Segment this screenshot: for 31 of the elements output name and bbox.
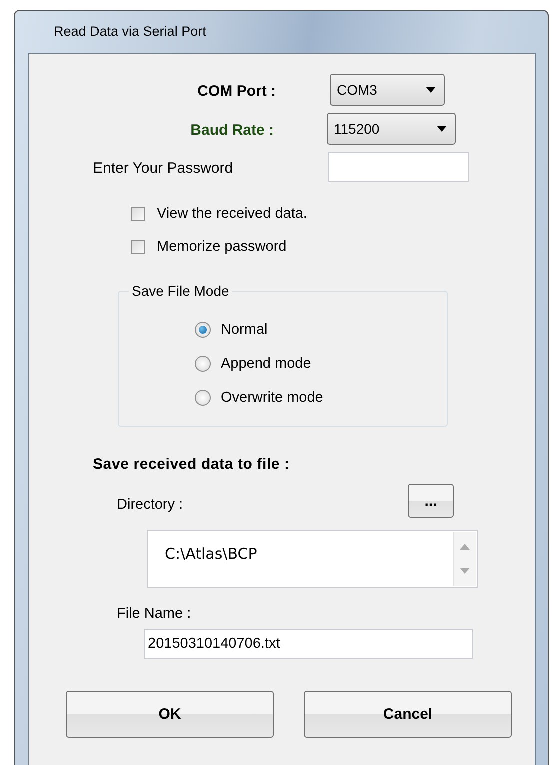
checkbox-label: Memorize password (157, 239, 287, 255)
radio-label: Normal (221, 322, 268, 338)
scrollbar[interactable] (453, 532, 476, 586)
scroll-up-icon[interactable] (460, 544, 470, 550)
caret-icon (426, 87, 436, 93)
checkbox-label: View the received data. (157, 206, 308, 222)
directory-field[interactable]: C:\Atlas\BCP (147, 530, 478, 588)
ok-button[interactable]: OK (66, 691, 274, 738)
checkbox[interactable] (131, 207, 145, 221)
com-port-label: COM Port : (198, 83, 276, 100)
password-label: Enter Your Password (93, 160, 234, 177)
baud-rate-label: Baud Rate : (190, 122, 274, 139)
cancel-button[interactable]: Cancel (304, 691, 512, 738)
baud-rate-dropdown[interactable]: 115200 (327, 113, 456, 145)
radio-button[interactable] (195, 322, 211, 338)
caret-icon (437, 126, 447, 132)
radio-button[interactable] (195, 356, 211, 372)
file-name-field[interactable]: 20150310140706.txt (144, 629, 473, 659)
radio-button[interactable] (195, 390, 211, 406)
radio-label: Append mode (221, 356, 312, 372)
window-title: Read Data via Serial Port (53, 23, 208, 41)
directory-label: Directory : (117, 497, 184, 513)
checkbox[interactable] (131, 240, 145, 254)
section-heading: Save received data to file : (93, 456, 290, 473)
radio-label: Overwrite mode (221, 390, 324, 406)
password-field[interactable] (328, 152, 469, 182)
scroll-down-icon[interactable] (460, 568, 470, 574)
group-box-title: Save File Mode (129, 283, 232, 299)
file-name-label: File Name : (117, 606, 192, 622)
com-port-dropdown[interactable]: COM3 (330, 74, 445, 106)
browse-button[interactable]: ... (408, 484, 454, 518)
